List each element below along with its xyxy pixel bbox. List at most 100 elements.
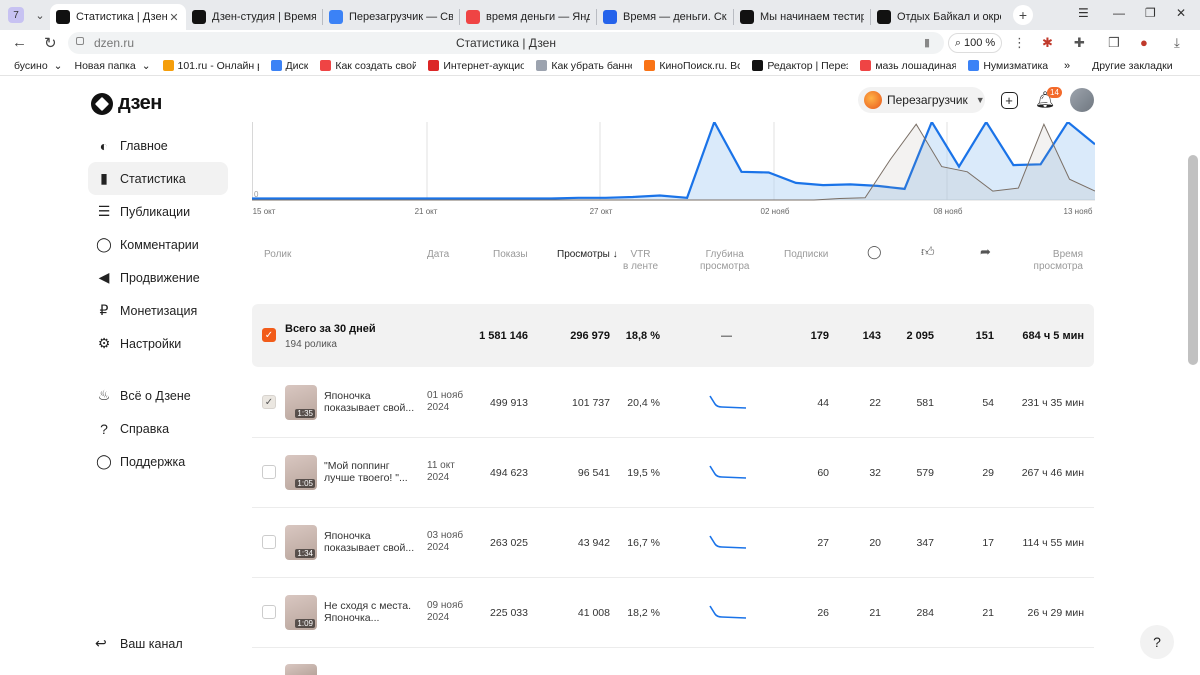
col-header-video[interactable]: Ролик: [264, 249, 291, 261]
video-thumbnail[interactable]: 1:34: [285, 525, 317, 560]
sidebar-item-6[interactable]: ₽ Монетизация: [88, 294, 228, 327]
new-tab-button[interactable]: +: [1013, 5, 1033, 25]
col-header-vtr[interactable]: VTR в ленте: [623, 249, 658, 273]
tab-5[interactable]: Время — деньги. Скол: [597, 4, 733, 30]
table-row[interactable]: 1:34 Японочка показывает свой... 03 нояб 2…: [252, 508, 1094, 578]
chevron-down-icon: ⌄: [53, 59, 63, 72]
col-header-impressions[interactable]: Показы: [493, 249, 528, 261]
profile-extension-icon[interactable]: ●: [1140, 35, 1148, 50]
bookmark-item[interactable]: мазь лошадиная с: [860, 60, 956, 72]
reload-icon[interactable]: ↻: [44, 34, 57, 52]
statistics-chart[interactable]: 0: [252, 122, 1095, 218]
bookmark-favicon-icon: [270, 60, 282, 71]
dzen-logo[interactable]: дзен: [91, 92, 162, 115]
bookmark-item[interactable]: Диск: [270, 60, 308, 72]
col-header-date[interactable]: Дата: [427, 249, 449, 261]
video-title[interactable]: Не сходя с места. Японочка...: [324, 600, 418, 624]
sidebar-item-2[interactable]: ▮ Статистика: [88, 162, 228, 195]
total-depth: —: [721, 330, 732, 342]
thumbs-up-icon[interactable]: 👍︎: [921, 245, 935, 258]
tab-1[interactable]: Статистика | Дзен ✕: [50, 4, 186, 30]
channel-switcher[interactable]: Перезагрузчик ▼: [858, 87, 985, 113]
sidebar-item-2[interactable]: ? Справка: [88, 412, 228, 445]
row-checkbox[interactable]: [262, 465, 276, 479]
row-checkbox[interactable]: [262, 535, 276, 549]
sidebar-item-7[interactable]: ⚙ Настройки: [88, 327, 228, 360]
share-icon[interactable]: ➦: [980, 245, 991, 258]
video-title[interactable]: Японочка показывает свой...: [324, 390, 418, 414]
video-thumbnail[interactable]: 1:05: [285, 455, 317, 490]
video-title[interactable]: "Мой поппинг лучше твоего! "...: [324, 460, 418, 484]
sidebar-item-label: Главное: [120, 138, 168, 153]
downloads-icon[interactable]: ⤓: [1174, 35, 1180, 51]
col-header-watch-time[interactable]: Время просмотра: [1030, 249, 1083, 273]
video-duration: 1:34: [295, 549, 315, 558]
sidebar-item-3[interactable]: ◯ Поддержка: [88, 445, 228, 478]
col-header-views[interactable]: Просмотры ↓: [557, 249, 618, 261]
url-field[interactable]: dzen.ru Статистика | Дзен ▮: [68, 32, 944, 54]
tab-menu-chevron-icon[interactable]: ⌄: [30, 9, 50, 22]
tab-7[interactable]: Отдых Байкал и окрес: [871, 4, 1007, 30]
bookmark-item[interactable]: КиноПоиск.ru. Вс: [644, 60, 740, 72]
user-avatar[interactable]: [1070, 88, 1094, 112]
close-window-button[interactable]: ✕: [1176, 6, 1186, 20]
bookmark-favicon-icon: [320, 60, 332, 71]
col-header-subscriptions[interactable]: Подписки: [784, 249, 828, 261]
sidebar-item-label: Настройки: [120, 336, 182, 351]
row-checkbox[interactable]: [262, 605, 276, 619]
bookmark-item[interactable]: Как убрать банне: [536, 60, 632, 72]
page-scrollbar[interactable]: [1186, 80, 1200, 675]
menu-icon[interactable]: ☰: [1078, 6, 1089, 20]
bookmark-item[interactable]: Редактор | Переза: [752, 60, 848, 72]
cell-likes: 581: [916, 397, 934, 409]
table-row[interactable]: ✓ 1:35 Японочка показывает свой... 01 нояб …: [252, 368, 1094, 438]
col-header-depth[interactable]: Глубина просмотра: [700, 249, 749, 273]
video-title[interactable]: Японочка показывает свой...: [324, 530, 418, 554]
sidebar-item-1[interactable]: ♨ Всё о Дзене: [88, 379, 228, 412]
notifications-badge: 14: [1047, 87, 1062, 98]
restore-button[interactable]: ❐: [1145, 6, 1156, 20]
minimize-button[interactable]: —: [1113, 6, 1125, 20]
other-bookmarks[interactable]: Другие закладки: [1092, 60, 1172, 72]
tab-counter[interactable]: 7: [8, 7, 24, 23]
scrollbar-thumb[interactable]: [1188, 155, 1198, 365]
table-row[interactable]: 1:09 Не сходя с места. Японочка... 09 нояб…: [252, 578, 1094, 648]
bookmark-icon[interactable]: ▮: [924, 36, 930, 49]
tab-6[interactable]: Мы начинаем тестиро: [734, 4, 870, 30]
collections-icon[interactable]: ❒: [1108, 35, 1120, 51]
my-channel-link[interactable]: ↩ Ваш канал: [95, 635, 183, 652]
video-thumbnail[interactable]: 1:35: [285, 385, 317, 420]
tab-4[interactable]: время деньги — Яндє: [460, 4, 596, 30]
video-thumbnail[interactable]: 1:09: [285, 595, 317, 630]
tab-3[interactable]: Перезагрузчик — Своі: [323, 4, 459, 30]
bookmark-item[interactable]: бусино ⌄: [14, 60, 62, 72]
comment-icon[interactable]: ◯: [867, 245, 882, 258]
bug-extension-icon[interactable]: ✱: [1042, 35, 1053, 51]
more-icon[interactable]: ⋮: [1013, 35, 1026, 51]
bookmark-label: КиноПоиск.ru. Вс: [659, 59, 741, 72]
row-checkbox[interactable]: ✓: [262, 395, 276, 409]
sidebar-item-5[interactable]: ◀ Продвижение: [88, 261, 228, 294]
sidebar-item-3[interactable]: ☰ Публикации: [88, 195, 228, 228]
help-button[interactable]: ?: [1140, 625, 1174, 659]
more-bookmarks-chevron-icon[interactable]: »: [1064, 60, 1070, 72]
close-tab-icon[interactable]: ✕: [168, 11, 180, 24]
back-arrow-icon[interactable]: ←: [12, 34, 27, 51]
depth-sparkline: [709, 605, 747, 619]
tab-2[interactable]: Дзен-студия | Время —: [186, 4, 322, 30]
bookmark-label: бусино: [14, 59, 48, 72]
bookmark-item[interactable]: Нумизматика: [968, 60, 1048, 72]
bookmark-item[interactable]: Новая папка ⌄: [74, 60, 150, 72]
bookmark-item[interactable]: Как создать свой: [320, 60, 416, 72]
bookmark-item[interactable]: Интернет-аукцио: [428, 60, 524, 72]
zoom-indicator[interactable]: ⌕ 100 %: [948, 33, 1002, 53]
sidebar-item-1[interactable]: ◐ Главное: [88, 129, 228, 162]
video-thumbnail[interactable]: [285, 664, 317, 675]
create-button[interactable]: +: [999, 90, 1019, 110]
select-all-checkbox[interactable]: ✓: [262, 328, 276, 342]
bookmark-label: 101.ru - Онлайн р: [177, 59, 259, 72]
table-row[interactable]: 1:05 "Мой поппинг лучше твоего! "... 11 ок…: [252, 438, 1094, 508]
extensions-icon[interactable]: ✚: [1074, 35, 1085, 51]
bookmark-item[interactable]: 101.ru - Онлайн р: [162, 59, 259, 72]
sidebar-item-4[interactable]: ◯ Комментарии: [88, 228, 228, 261]
